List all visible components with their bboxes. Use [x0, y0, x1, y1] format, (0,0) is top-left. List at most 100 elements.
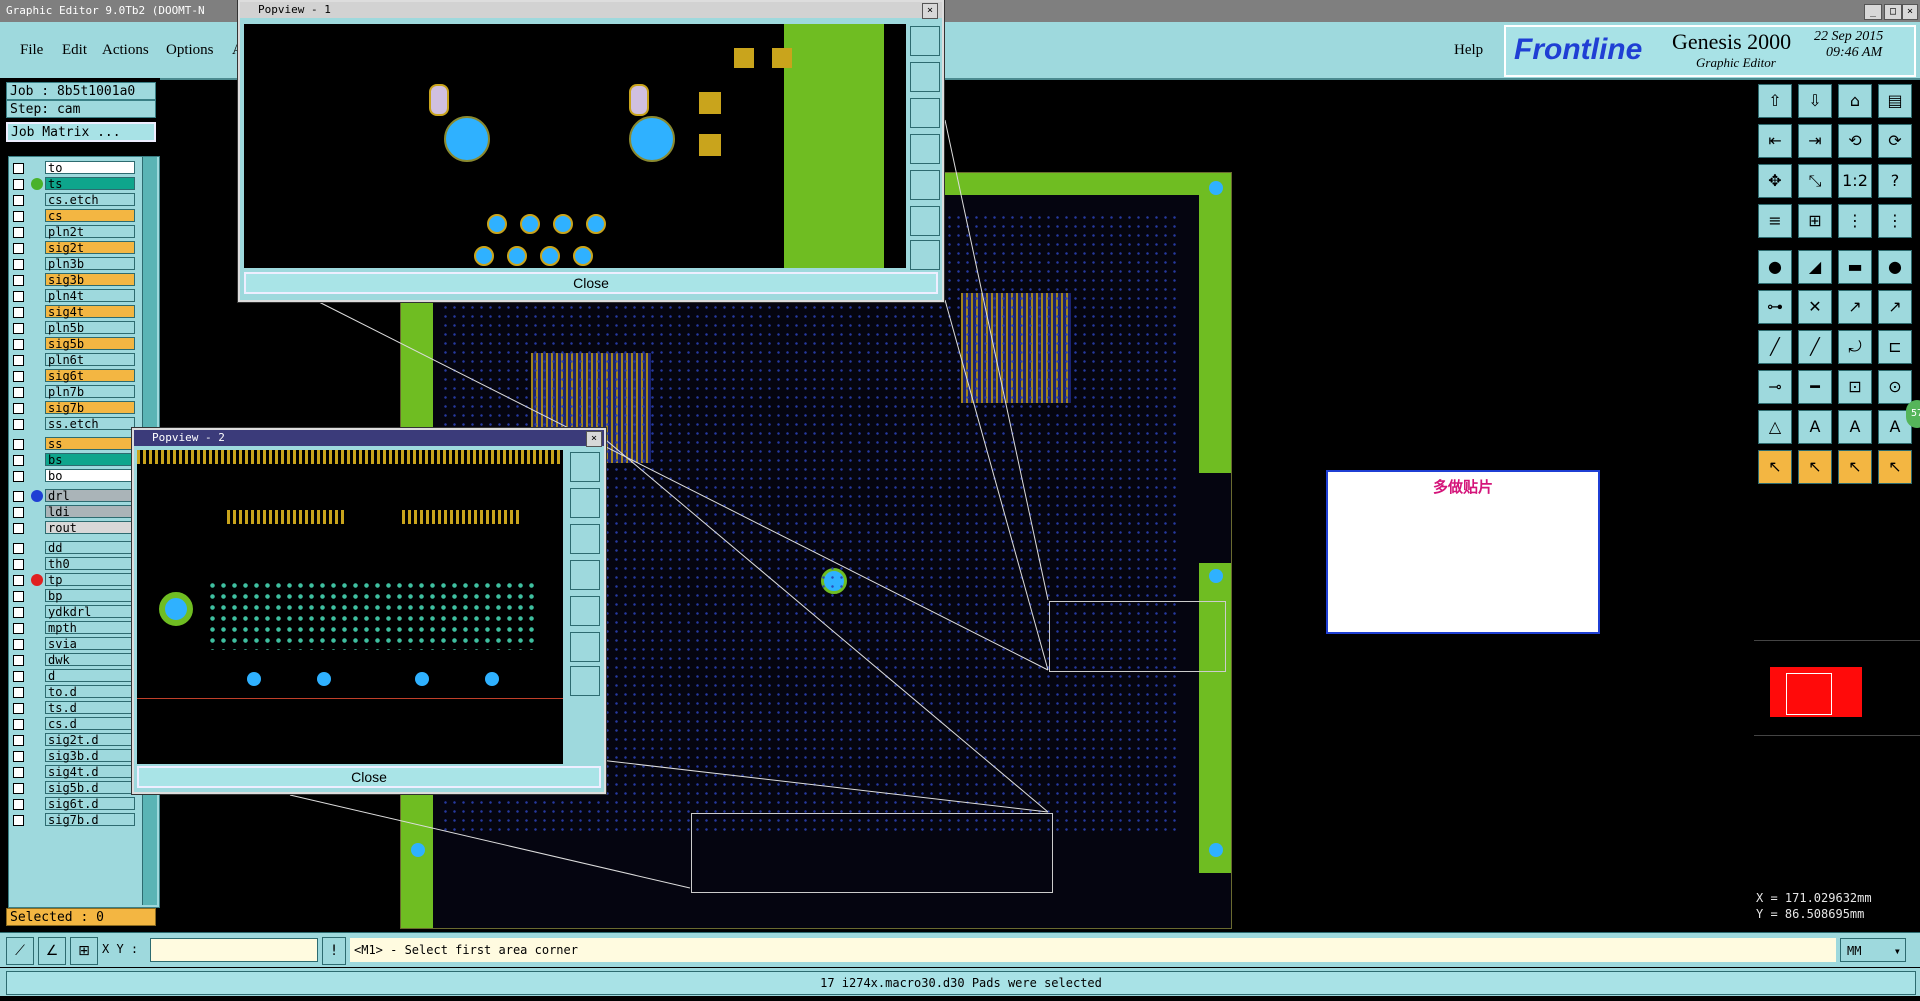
status-message: 17 i274x.macro30.d30 Pads were selected: [6, 971, 1916, 995]
popview-1-canvas[interactable]: [244, 24, 906, 268]
popview-2-zoom-fit-icon[interactable]: [570, 452, 600, 482]
popview-2-pad-field: [207, 580, 537, 650]
note-box: 多做贴片: [1326, 470, 1600, 634]
draw-line-icon[interactable]: ⟋: [6, 937, 34, 965]
popview-1-pad: [629, 84, 649, 116]
popview-2-pan-up-icon[interactable]: [570, 488, 600, 518]
group-icon[interactable]: ⊙: [1878, 370, 1912, 404]
popview-2-via: [247, 672, 261, 686]
status-bar: 17 i274x.macro30.d30 Pads were selected: [0, 968, 1920, 996]
popview-2-pan-left-icon[interactable]: [570, 560, 600, 590]
popview-2-title: Popview - 2: [134, 430, 604, 446]
popview-1-close-button[interactable]: Close: [244, 272, 938, 294]
xy-input[interactable]: [150, 938, 318, 962]
popview-2-pad-row: [227, 510, 347, 524]
popview-2-close-button[interactable]: Close: [137, 766, 601, 788]
grid-snap-icon[interactable]: ⊞: [70, 937, 98, 965]
popview-2-pan-down-icon[interactable]: [570, 524, 600, 554]
redo-icon[interactable]: ⟳: [1878, 124, 1912, 158]
help-icon[interactable]: ?: [1878, 164, 1912, 198]
slash-icon[interactable]: ╱: [1798, 330, 1832, 364]
popview-1-pad: [772, 48, 792, 68]
popview-1-zoom-icon[interactable]: [910, 206, 940, 236]
popview-1-pan-up-icon[interactable]: [910, 62, 940, 92]
popview-1-close-icon[interactable]: ×: [922, 3, 938, 19]
popview-1-via: [573, 246, 593, 266]
move-icon[interactable]: ↗: [1838, 290, 1872, 324]
popview-2-pan-right-icon[interactable]: [570, 596, 600, 626]
popview-1-via: [507, 246, 527, 266]
popview-1-pad: [699, 92, 721, 114]
warning-icon[interactable]: !: [322, 937, 346, 965]
raise-icon[interactable]: ⇧: [1758, 84, 1792, 118]
fill-icon[interactable]: ◢: [1798, 250, 1832, 284]
popview-1-plane: [784, 24, 884, 268]
snap-alt-icon[interactable]: ⋮: [1878, 204, 1912, 238]
xy-label: X Y :: [102, 942, 139, 956]
scale-icon[interactable]: 1:2: [1838, 164, 1872, 198]
box-icon[interactable]: ⊡: [1838, 370, 1872, 404]
popview-1-title: Popview - 1: [240, 2, 942, 18]
bracket-icon[interactable]: ⊏: [1878, 330, 1912, 364]
prev-icon[interactable]: ⇤: [1758, 124, 1792, 158]
popview-1-window[interactable]: Popview - 1 × Close: [238, 0, 944, 302]
grid-icon[interactable]: ⊞: [1798, 204, 1832, 238]
select-icon[interactable]: ↖: [1758, 450, 1792, 484]
line-icon[interactable]: ▬: [1838, 250, 1872, 284]
undo-icon[interactable]: ⟲: [1838, 124, 1872, 158]
popview-1-home-icon[interactable]: [910, 240, 940, 270]
popview-1-pad: [699, 134, 721, 156]
text-icon[interactable]: A: [1798, 410, 1832, 444]
copy-icon[interactable]: ↗: [1878, 290, 1912, 324]
popview-1-pad: [734, 48, 754, 68]
popview-1-via: [629, 116, 675, 162]
text-bold-icon[interactable]: A: [1838, 410, 1872, 444]
popview-2-pad-row: [402, 510, 522, 524]
units-select[interactable]: MM ▾: [1840, 938, 1906, 962]
popview-2-zoom-icon[interactable]: [570, 632, 600, 662]
popview-1-via: [586, 214, 606, 234]
chevron-down-icon: ▾: [1893, 944, 1901, 958]
select-alt-icon[interactable]: ↖: [1798, 450, 1832, 484]
coord-y: Y = 86.508695mm: [1756, 907, 1865, 921]
lower-icon[interactable]: ⇩: [1798, 84, 1832, 118]
popview-2-close-icon[interactable]: ×: [586, 431, 602, 447]
popview-1-via: [474, 246, 494, 266]
popview-2-via: [159, 592, 193, 626]
list-icon[interactable]: ≡: [1758, 204, 1792, 238]
popview-2-window[interactable]: Popview - 2 × Close: [132, 428, 606, 794]
cursor-coordinates: X = 171.029632mm Y = 86.508695mm: [1756, 890, 1920, 926]
units-value: MM: [1847, 944, 1862, 958]
pad-icon[interactable]: ●: [1758, 250, 1792, 284]
popview-2-home-icon[interactable]: [570, 666, 600, 696]
popview-1-pan-right-icon[interactable]: [910, 170, 940, 200]
popview-1-zoom-fit-icon[interactable]: [910, 26, 940, 56]
node-icon[interactable]: ⊸: [1758, 370, 1792, 404]
connect-icon[interactable]: ⊶: [1758, 290, 1792, 324]
measure-icon[interactable]: ∠: [38, 937, 66, 965]
home-icon[interactable]: ⌂: [1838, 84, 1872, 118]
arc-icon[interactable]: ⤾: [1838, 330, 1872, 364]
pan-icon[interactable]: ✥: [1758, 164, 1792, 198]
triangle-icon[interactable]: △: [1758, 410, 1792, 444]
cross-icon[interactable]: ✕: [1798, 290, 1832, 324]
popview-1-via: [520, 214, 540, 234]
popview-2-pad-row: [137, 450, 563, 464]
pointer-icon[interactable]: ↖: [1838, 450, 1872, 484]
overview-viewport[interactable]: [1786, 673, 1832, 715]
dash-icon[interactable]: ━: [1798, 370, 1832, 404]
side-badge[interactable]: 57: [1906, 400, 1920, 428]
circle-icon[interactable]: ●: [1878, 250, 1912, 284]
zoom-fit-icon[interactable]: ⤡: [1798, 164, 1832, 198]
layers-icon[interactable]: ▤: [1878, 84, 1912, 118]
popview-1-via: [444, 116, 490, 162]
popview-1-pan-left-icon[interactable]: [910, 134, 940, 164]
line-draw-icon[interactable]: ╱: [1758, 330, 1792, 364]
popview-1-via: [540, 246, 560, 266]
pointer-alt-icon[interactable]: ↖: [1878, 450, 1912, 484]
popview-1-pan-down-icon[interactable]: [910, 98, 940, 128]
overview-panel[interactable]: [1754, 640, 1920, 736]
next-icon[interactable]: ⇥: [1798, 124, 1832, 158]
snap-icon[interactable]: ⋮: [1838, 204, 1872, 238]
popview-2-canvas[interactable]: [137, 450, 563, 764]
